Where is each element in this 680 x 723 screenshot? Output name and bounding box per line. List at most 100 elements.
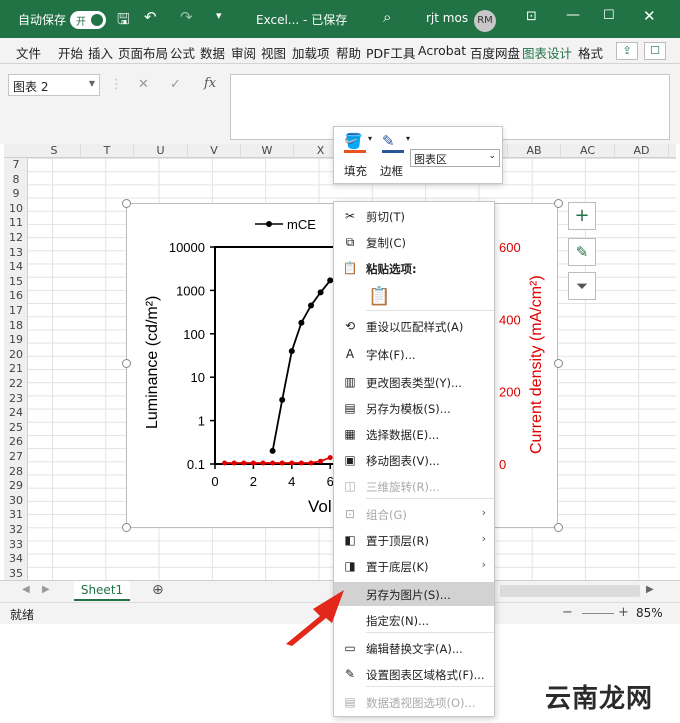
column-header-w[interactable]: W xyxy=(241,144,294,158)
column-header-u[interactable]: U xyxy=(134,144,188,158)
comments-icon[interactable]: ☐ xyxy=(644,42,666,60)
column-header-ab[interactable]: AB xyxy=(508,144,561,158)
close-icon[interactable]: ✕ xyxy=(643,7,656,25)
zoom-in-icon[interactable]: + xyxy=(618,605,629,620)
row-header-30[interactable]: 30 xyxy=(4,494,28,508)
maximize-icon[interactable]: ☐ xyxy=(603,8,615,23)
menu-item-paste[interactable]: 📋 粘贴选项: xyxy=(334,256,494,280)
menu-item-copy[interactable]: ⧉ 复制(C) xyxy=(334,230,494,254)
tab-insert[interactable]: 插入 xyxy=(88,43,113,62)
enter-icon[interactable]: ✓ xyxy=(170,77,181,92)
chart-styles-icon[interactable]: ✎ xyxy=(568,238,596,266)
save-icon[interactable]: 🖫 xyxy=(117,9,130,34)
resize-handle[interactable] xyxy=(122,359,131,368)
tab-chart-design[interactable]: 图表设计 xyxy=(522,43,573,67)
zoom-slider[interactable] xyxy=(582,613,614,614)
row-header-35[interactable]: 35 xyxy=(4,567,28,581)
add-sheet-icon[interactable]: ⊕ xyxy=(152,582,164,598)
horizontal-scrollbar[interactable] xyxy=(500,585,640,597)
insert-function-icon[interactable]: fx xyxy=(204,76,216,91)
tab-scroll-left-icon[interactable]: ◀ xyxy=(22,584,30,595)
tab-review[interactable]: 审阅 xyxy=(231,43,256,62)
row-header-33[interactable]: 33 xyxy=(4,538,28,552)
row-header-18[interactable]: 18 xyxy=(4,319,28,333)
menu-item-select-data[interactable]: ▦ 选择数据(E)... xyxy=(334,422,494,446)
menu-item-send-back[interactable]: ◨ 置于底层(K) › xyxy=(334,554,494,578)
tab-file[interactable]: 文件 xyxy=(16,43,41,62)
search-icon[interactable]: ⌕ xyxy=(383,8,391,26)
tab-help[interactable]: 帮助 xyxy=(336,43,361,62)
column-header-ad[interactable]: AD xyxy=(615,144,669,158)
row-header-16[interactable]: 16 xyxy=(4,289,28,303)
tab-format[interactable]: 格式 xyxy=(578,43,603,62)
autosave-toggle[interactable]: 开 xyxy=(70,11,106,29)
cancel-icon[interactable]: ✕ xyxy=(138,77,149,92)
fill-bucket-icon[interactable]: 🪣 xyxy=(344,132,363,150)
menu-item-font[interactable]: A 字体(F)... xyxy=(334,342,494,366)
tab-page-layout[interactable]: 页面布局 xyxy=(118,43,168,62)
resize-handle[interactable] xyxy=(554,359,563,368)
minimize-icon[interactable]: — xyxy=(566,7,580,23)
row-header-27[interactable]: 27 xyxy=(4,450,28,464)
chart-element-select[interactable]: 图表区 ⌄ xyxy=(410,149,500,167)
menu-item-chart-type[interactable]: ▥ 更改图表类型(Y)... xyxy=(334,370,494,394)
row-header-28[interactable]: 28 xyxy=(4,465,28,479)
chart-filter-icon[interactable]: ⏷ xyxy=(568,272,596,300)
zoom-level[interactable]: 85% xyxy=(636,606,663,620)
scroll-right-icon[interactable]: ▶ xyxy=(646,584,654,595)
column-header-ac[interactable]: AC xyxy=(561,144,615,158)
column-header-v[interactable]: V xyxy=(188,144,241,158)
chevron-down-icon[interactable]: ▾ xyxy=(368,134,372,143)
row-header-22[interactable]: 22 xyxy=(4,377,28,391)
menu-item-rotate-3d[interactable]: ◫ 三维旋转(R)... xyxy=(334,474,494,498)
resize-handle[interactable] xyxy=(554,199,563,208)
menu-item-scissors[interactable]: ✂ 剪切(T) xyxy=(334,204,494,228)
menu-item-pivot-options[interactable]: ▤ 数据透视图选项(O)... xyxy=(334,690,494,714)
tab-home[interactable]: 开始 xyxy=(58,43,83,62)
row-header-31[interactable]: 31 xyxy=(4,508,28,522)
row-header-32[interactable]: 32 xyxy=(4,523,28,537)
tab-acrobat[interactable]: Acrobat xyxy=(418,43,466,58)
tab-addins[interactable]: 加载项 xyxy=(292,43,330,62)
row-header-24[interactable]: 24 xyxy=(4,406,28,420)
row-header-15[interactable]: 15 xyxy=(4,275,28,289)
row-header-9[interactable]: 9 xyxy=(4,187,28,201)
row-header-26[interactable]: 26 xyxy=(4,435,28,449)
row-header-29[interactable]: 29 xyxy=(4,479,28,493)
border-pen-icon[interactable]: ✎ xyxy=(382,132,395,150)
row-header-10[interactable]: 10 xyxy=(4,202,28,216)
name-box[interactable]: 图表 2 ▼ xyxy=(8,74,100,96)
paste-keep-formatting-icon[interactable]: 📋 xyxy=(368,286,390,307)
resize-handle[interactable] xyxy=(122,523,131,532)
tab-formulas[interactable]: 公式 xyxy=(170,43,195,62)
resize-handle[interactable] xyxy=(554,523,563,532)
tab-view[interactable]: 视图 xyxy=(261,43,286,62)
menu-item-save-template[interactable]: ▤ 另存为模板(S)... xyxy=(334,396,494,420)
chart-elements-icon[interactable]: + xyxy=(568,202,596,230)
chevron-down-icon[interactable]: ▾ xyxy=(406,134,410,143)
menu-item-reset-style[interactable]: ⟲ 重设以匹配样式(A) xyxy=(334,314,494,338)
row-header-7[interactable]: 7 xyxy=(4,158,28,172)
window-title[interactable]: Excel... - 已保存 xyxy=(256,11,347,28)
ribbon-display-icon[interactable]: ⊡ xyxy=(526,9,537,24)
row-header-21[interactable]: 21 xyxy=(4,362,28,376)
menu-item-bring-front[interactable]: ◧ 置于顶层(R) › xyxy=(334,528,494,552)
row-header-12[interactable]: 12 xyxy=(4,231,28,245)
row-header-23[interactable]: 23 xyxy=(4,392,28,406)
row-header-25[interactable]: 25 xyxy=(4,421,28,435)
row-header-19[interactable]: 19 xyxy=(4,333,28,347)
menu-item-group[interactable]: ⊡ 组合(G) › xyxy=(334,502,494,526)
quick-access-dropdown-icon[interactable]: ▾ xyxy=(216,9,222,22)
row-header-8[interactable]: 8 xyxy=(4,173,28,187)
menu-item-format-area[interactable]: ✎ 设置图表区域格式(F)... xyxy=(334,662,494,686)
row-header-11[interactable]: 11 xyxy=(4,216,28,230)
avatar[interactable]: RM xyxy=(474,10,496,32)
tab-baidu-netdisk[interactable]: 百度网盘 xyxy=(470,43,520,62)
undo-icon[interactable]: ↶ xyxy=(144,8,157,26)
row-header-14[interactable]: 14 xyxy=(4,260,28,274)
share-icon[interactable]: ⇪ xyxy=(616,42,638,60)
tab-data[interactable]: 数据 xyxy=(200,43,225,62)
row-header-13[interactable]: 13 xyxy=(4,246,28,260)
redo-icon[interactable]: ↷ xyxy=(180,8,193,26)
zoom-out-icon[interactable]: − xyxy=(562,605,573,620)
